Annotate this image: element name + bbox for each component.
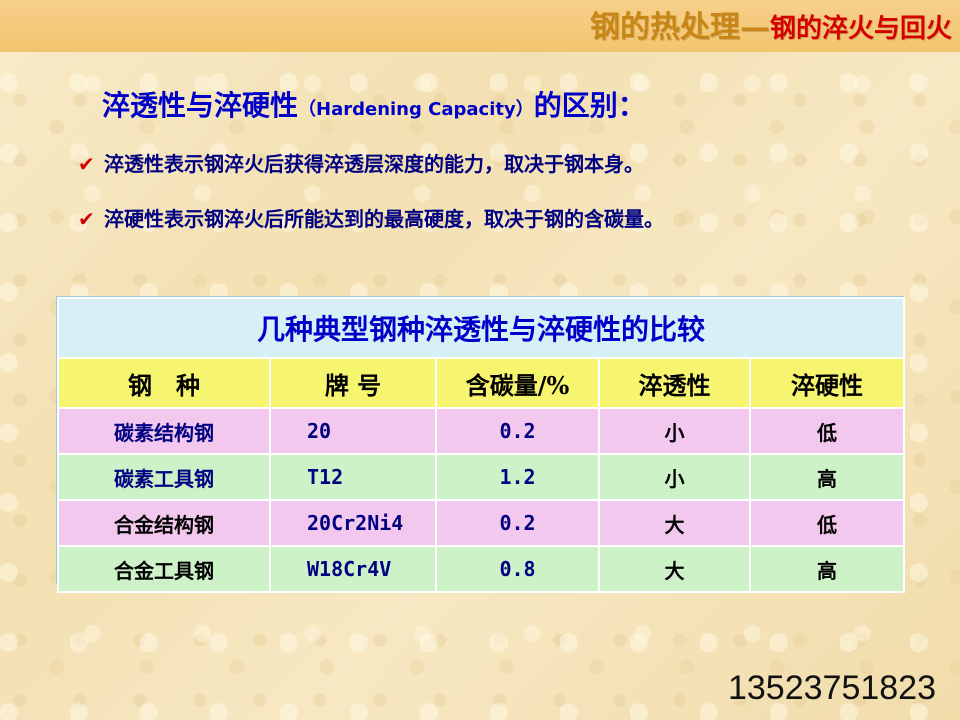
carbon-cell: 1.2 — [435, 453, 600, 501]
bullet-text: 淬硬性表示钢淬火后所能达到的最高硬度，取决于钢的含碳量。 — [104, 207, 664, 231]
hardenability-cell: 大 — [598, 499, 751, 547]
grade-cell: 20 — [269, 407, 437, 455]
table-row: 合金工具钢 W18Cr4V 0.8 大 高 — [57, 545, 906, 593]
bullet-hardening-capacity: ✔ 淬硬性表示钢淬火后所能达到的最高硬度，取决于钢的含碳量。 — [78, 205, 664, 233]
header-carbon-content: 含碳量/% — [435, 357, 600, 409]
steel-type-cell: 合金工具钢 — [57, 545, 271, 593]
slide-title: 钢的热处理—钢的淬火与回火 — [590, 8, 952, 48]
carbon-cell: 0.8 — [435, 545, 600, 593]
header-grade: 牌 号 — [269, 357, 437, 409]
grade-cell: 20Cr2Ni4 — [269, 499, 437, 547]
table-caption: 几种典型钢种淬透性与淬硬性的比较 — [56, 297, 906, 359]
table-caption-row: 几种典型钢种淬透性与淬硬性的比较 — [56, 297, 906, 359]
phone-number: 13523751823 — [727, 669, 936, 707]
table-row: 碳素工具钢 T12 1.2 小 高 — [57, 453, 906, 501]
table-row: 合金结构钢 20Cr2Ni4 0.2 大 低 — [57, 499, 906, 547]
bullet-hardenability: ✔ 淬透性表示钢淬火后获得淬透层深度的能力，取决于钢本身。 — [78, 150, 644, 178]
steel-type-cell: 碳素结构钢 — [57, 407, 271, 455]
section-heading-suffix: 的区别： — [533, 89, 646, 122]
section-heading: 淬透性与淬硬性（Hardening Capacity）的区别： — [102, 86, 646, 130]
section-heading-prefix: 淬透性与淬硬性 — [102, 89, 299, 122]
hardening-capacity-cell: 低 — [748, 407, 906, 455]
bullet-text: 淬透性表示钢淬火后获得淬透层深度的能力，取决于钢本身。 — [104, 152, 644, 176]
carbon-cell: 0.2 — [435, 499, 600, 547]
header-hardening-capacity: 淬硬性 — [748, 357, 906, 409]
slide-title-dash: — — [739, 10, 770, 45]
steel-type-cell: 碳素工具钢 — [57, 453, 271, 501]
comparison-table: 几种典型钢种淬透性与淬硬性的比较 钢 种 牌 号 含碳量/% 淬透性 淬硬性 碳… — [56, 296, 906, 593]
check-icon: ✔ — [78, 152, 95, 176]
hardening-capacity-cell: 高 — [748, 545, 906, 593]
header-steel-type: 钢 种 — [57, 357, 271, 409]
carbon-cell: 0.2 — [435, 407, 600, 455]
check-icon: ✔ — [78, 207, 95, 231]
grade-cell: W18Cr4V — [269, 545, 437, 593]
comparison-table-grid: 几种典型钢种淬透性与淬硬性的比较 钢 种 牌 号 含碳量/% 淬透性 淬硬性 碳… — [56, 297, 906, 593]
steel-type-cell: 合金结构钢 — [57, 499, 271, 547]
slide-title-main: 钢的热处理 — [589, 10, 740, 45]
hardening-capacity-cell: 高 — [748, 453, 906, 501]
hardenability-cell: 小 — [598, 453, 751, 501]
hardenability-cell: 大 — [598, 545, 751, 593]
hardening-capacity-cell: 低 — [748, 499, 906, 547]
section-heading-latin: （Hardening Capacity） — [298, 99, 534, 120]
grade-cell: T12 — [269, 453, 437, 501]
table-row: 碳素结构钢 20 0.2 小 低 — [57, 407, 906, 455]
hardenability-cell: 小 — [598, 407, 751, 455]
table-header-row: 钢 种 牌 号 含碳量/% 淬透性 淬硬性 — [57, 357, 906, 409]
header-hardenability: 淬透性 — [598, 357, 751, 409]
slide-title-sub: 钢的淬火与回火 — [769, 14, 952, 44]
